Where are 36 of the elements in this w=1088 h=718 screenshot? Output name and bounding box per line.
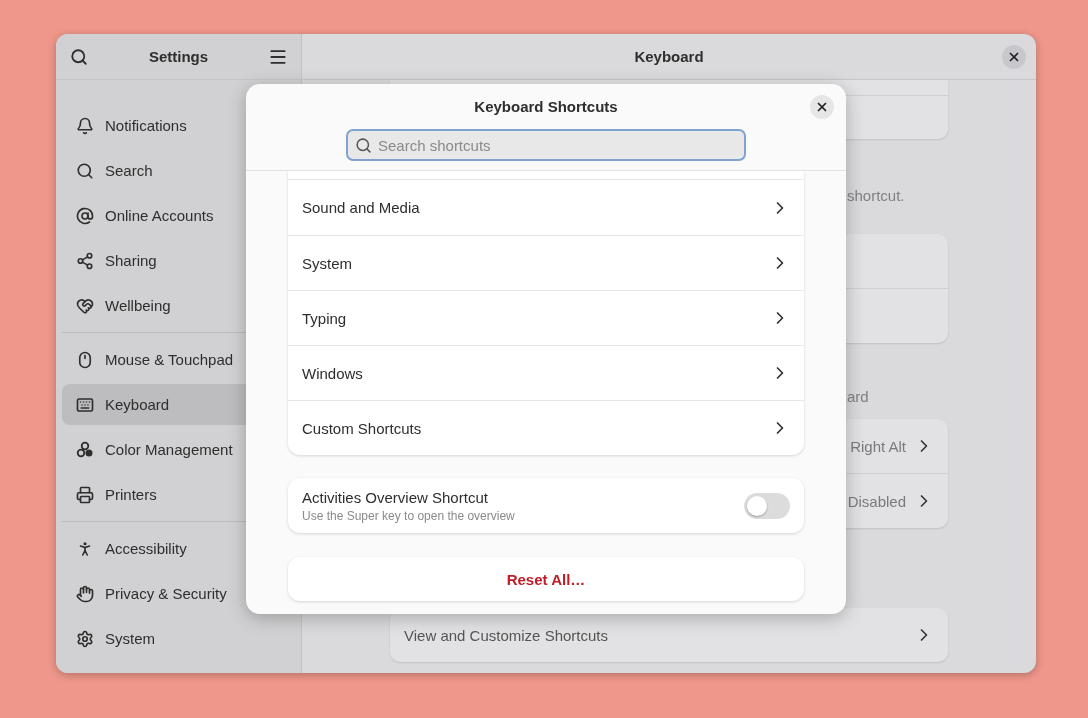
mouse-icon [76, 350, 94, 369]
close-button[interactable] [810, 95, 834, 119]
search-field[interactable]: Search shortcuts [346, 129, 746, 161]
close-button[interactable] [1002, 45, 1026, 69]
toggle-switch[interactable] [744, 492, 790, 519]
sidebar-item[interactable]: System [62, 618, 295, 659]
sidebar-item[interactable]: Notifications [62, 105, 295, 146]
search-icon [70, 47, 88, 66]
caption-text: ard [847, 388, 869, 405]
hand-icon [76, 584, 94, 603]
close-icon [815, 100, 829, 114]
category-row[interactable]: Custom Shortcuts [288, 400, 804, 455]
row-value: Right Alt [850, 437, 906, 455]
row-label: View and Customize Shortcuts [404, 626, 608, 644]
toggle-subtitle: Use the Super key to open the overview [302, 508, 515, 523]
dialog-title: Keyboard Shortcuts [474, 98, 618, 115]
keyboard-icon [76, 395, 94, 414]
sidebar-title: Settings [148, 48, 209, 65]
page-title: Keyboard [634, 48, 704, 65]
category-row[interactable]: Typing [288, 290, 804, 345]
close-icon [1007, 50, 1021, 64]
search-icon [76, 161, 94, 180]
category-row[interactable]: System [288, 235, 804, 290]
row-value: Disabled [847, 492, 906, 510]
category-row[interactable]: Windows [288, 345, 804, 400]
circles-icon [76, 440, 94, 459]
at-sign-icon [76, 206, 94, 225]
sidebar-item[interactable]: Printers [62, 474, 295, 515]
search-icon [355, 137, 372, 154]
toggle-title: Activities Overview Shortcut [302, 488, 489, 506]
reset-button[interactable]: Reset All… [288, 557, 804, 601]
bell-icon [76, 116, 94, 135]
share-icon [76, 251, 94, 270]
printer-icon [76, 485, 94, 504]
settings-icon [76, 629, 94, 648]
caption-text: shortcut. [847, 187, 905, 204]
